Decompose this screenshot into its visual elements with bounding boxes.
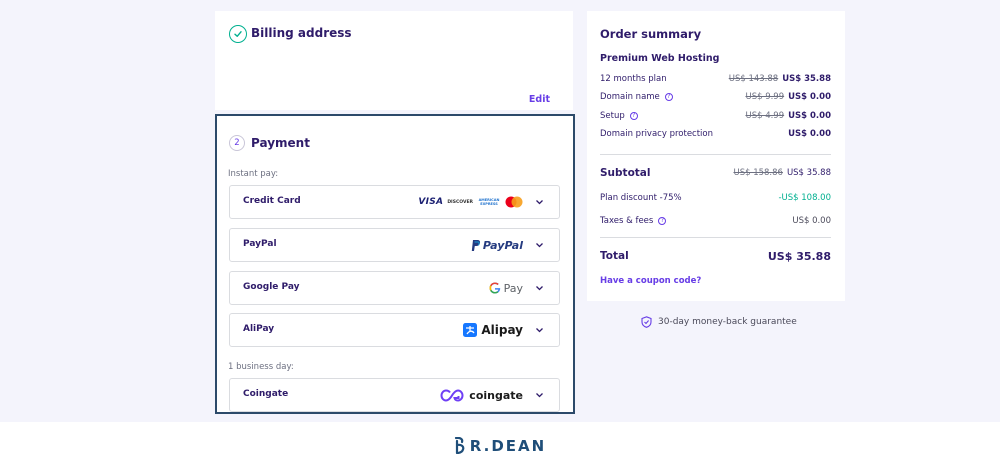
old-price: US$ 158.86: [733, 168, 783, 178]
old-price: US$ 9.99: [745, 92, 785, 102]
google-pay-wordmark: Pay: [503, 281, 523, 295]
summary-line-privacy: Domain privacy protection US$ 0.00: [600, 127, 831, 141]
payment-option-name: Credit Card: [243, 196, 301, 206]
billing-address-section: Billing address Edit: [215, 11, 573, 110]
info-icon[interactable]: ?: [664, 93, 673, 101]
payment-option-paypal[interactable]: PayPal PayPal: [229, 228, 560, 262]
payment-option-name: AliPay: [243, 324, 275, 334]
new-price: US$ 35.88: [782, 74, 831, 84]
step-number-badge: 2: [229, 135, 245, 151]
money-back-guarantee: 30-day money-back guarantee: [641, 316, 797, 328]
coingate-logo: coingate: [440, 379, 523, 411]
paypal-wordmark: PayPal: [482, 238, 523, 252]
brand-logo: R.DEAN: [454, 437, 546, 455]
alipay-logo: Alipay: [463, 314, 523, 346]
subtotal-value: US$ 35.88: [786, 168, 831, 178]
payment-option-coingate[interactable]: Coingate coingate: [229, 378, 560, 412]
payment-option-name: Coingate: [243, 389, 289, 399]
shield-check-icon: [641, 316, 652, 328]
payment-option-name: Google Pay: [243, 282, 300, 292]
taxes-value: US$ 0.00: [792, 216, 831, 226]
taxes-row: Taxes & fees? US$ 0.00: [600, 214, 831, 228]
google-g-icon: [489, 282, 500, 294]
alipay-wordmark: Alipay: [481, 323, 523, 337]
chevron-down-icon: [536, 286, 543, 291]
business-day-label: 1 business day:: [228, 362, 294, 372]
subtotal-label: Subtotal: [600, 167, 651, 179]
line-label: Setup: [600, 111, 625, 121]
payment-option-google-pay[interactable]: Google Pay Pay: [229, 271, 560, 305]
chevron-down-icon: [536, 328, 543, 333]
chevron-down-icon: [536, 200, 543, 205]
line-label: 12 months plan: [600, 74, 667, 84]
alipay-icon: [463, 323, 478, 337]
brand-name: R.DEAN: [469, 436, 547, 455]
total-value: US$ 35.88: [767, 249, 831, 263]
subtotal-row: Subtotal US$ 158.86 US$ 35.88: [600, 166, 831, 180]
payment-option-credit-card[interactable]: Credit Card VISA DISCOVER AMERICAN EXPRE…: [229, 185, 560, 219]
chevron-down-icon: [536, 243, 543, 248]
summary-line-domain: Domain name? US$ 9.99 US$ 0.00: [600, 90, 831, 104]
discount-label: Plan discount -75%: [600, 193, 682, 203]
info-icon[interactable]: ?: [658, 217, 667, 225]
guarantee-text: 30-day money-back guarantee: [658, 317, 797, 327]
order-summary-title: Order summary: [600, 27, 702, 41]
chevron-down-icon: [536, 393, 543, 398]
old-price: US$ 4.99: [745, 111, 785, 121]
check-circle-icon: [229, 25, 247, 43]
footer-bar: R.DEAN: [0, 422, 1000, 469]
visa-logo: VISA: [418, 197, 444, 207]
card-logos: VISA DISCOVER AMERICAN EXPRESS: [418, 186, 523, 218]
new-price: US$ 0.00: [788, 129, 831, 139]
divider: [600, 237, 831, 238]
new-price: US$ 0.00: [788, 92, 831, 102]
old-price: US$ 143.88: [728, 74, 779, 84]
total-label: Total: [600, 250, 629, 262]
total-row: Total US$ 35.88: [600, 249, 831, 263]
instant-pay-label: Instant pay:: [228, 169, 279, 179]
divider: [600, 154, 831, 155]
coupon-code-link[interactable]: Have a coupon code?: [600, 276, 701, 286]
mastercard-logo: [505, 196, 523, 208]
discount-value: -US$ 108.00: [778, 193, 831, 203]
info-icon[interactable]: ?: [629, 112, 638, 120]
taxes-label: Taxes & fees: [600, 216, 654, 226]
summary-line-setup: Setup? US$ 4.99 US$ 0.00: [600, 109, 831, 123]
payment-option-alipay[interactable]: AliPay Alipay: [229, 313, 560, 347]
payment-section: 2 Payment Instant pay: Credit Card VISA …: [215, 114, 575, 414]
paypal-icon: [471, 239, 480, 251]
new-price: US$ 0.00: [788, 111, 831, 121]
plan-name: Premium Web Hosting: [600, 53, 720, 64]
payment-option-name: PayPal: [243, 239, 277, 249]
discover-logo: DISCOVER: [447, 199, 473, 205]
payment-title: Payment: [251, 136, 310, 150]
edit-billing-link[interactable]: Edit: [529, 94, 550, 105]
line-label: Domain privacy protection: [600, 129, 714, 139]
billing-address-title: Billing address: [251, 26, 352, 40]
coingate-wordmark: coingate: [469, 388, 523, 402]
summary-line-plan: 12 months plan US$ 143.88 US$ 35.88: [600, 72, 831, 86]
paypal-logo: PayPal: [471, 229, 523, 261]
amex-logo: AMERICAN EXPRESS: [478, 198, 500, 206]
discount-row: Plan discount -75% -US$ 108.00: [600, 191, 831, 205]
coingate-icon: [440, 388, 464, 402]
brand-d-icon: [454, 437, 465, 454]
order-summary-card: Order summary Premium Web Hosting 12 mon…: [587, 11, 845, 301]
google-pay-logo: Pay: [489, 272, 523, 304]
line-label: Domain name: [600, 92, 660, 102]
